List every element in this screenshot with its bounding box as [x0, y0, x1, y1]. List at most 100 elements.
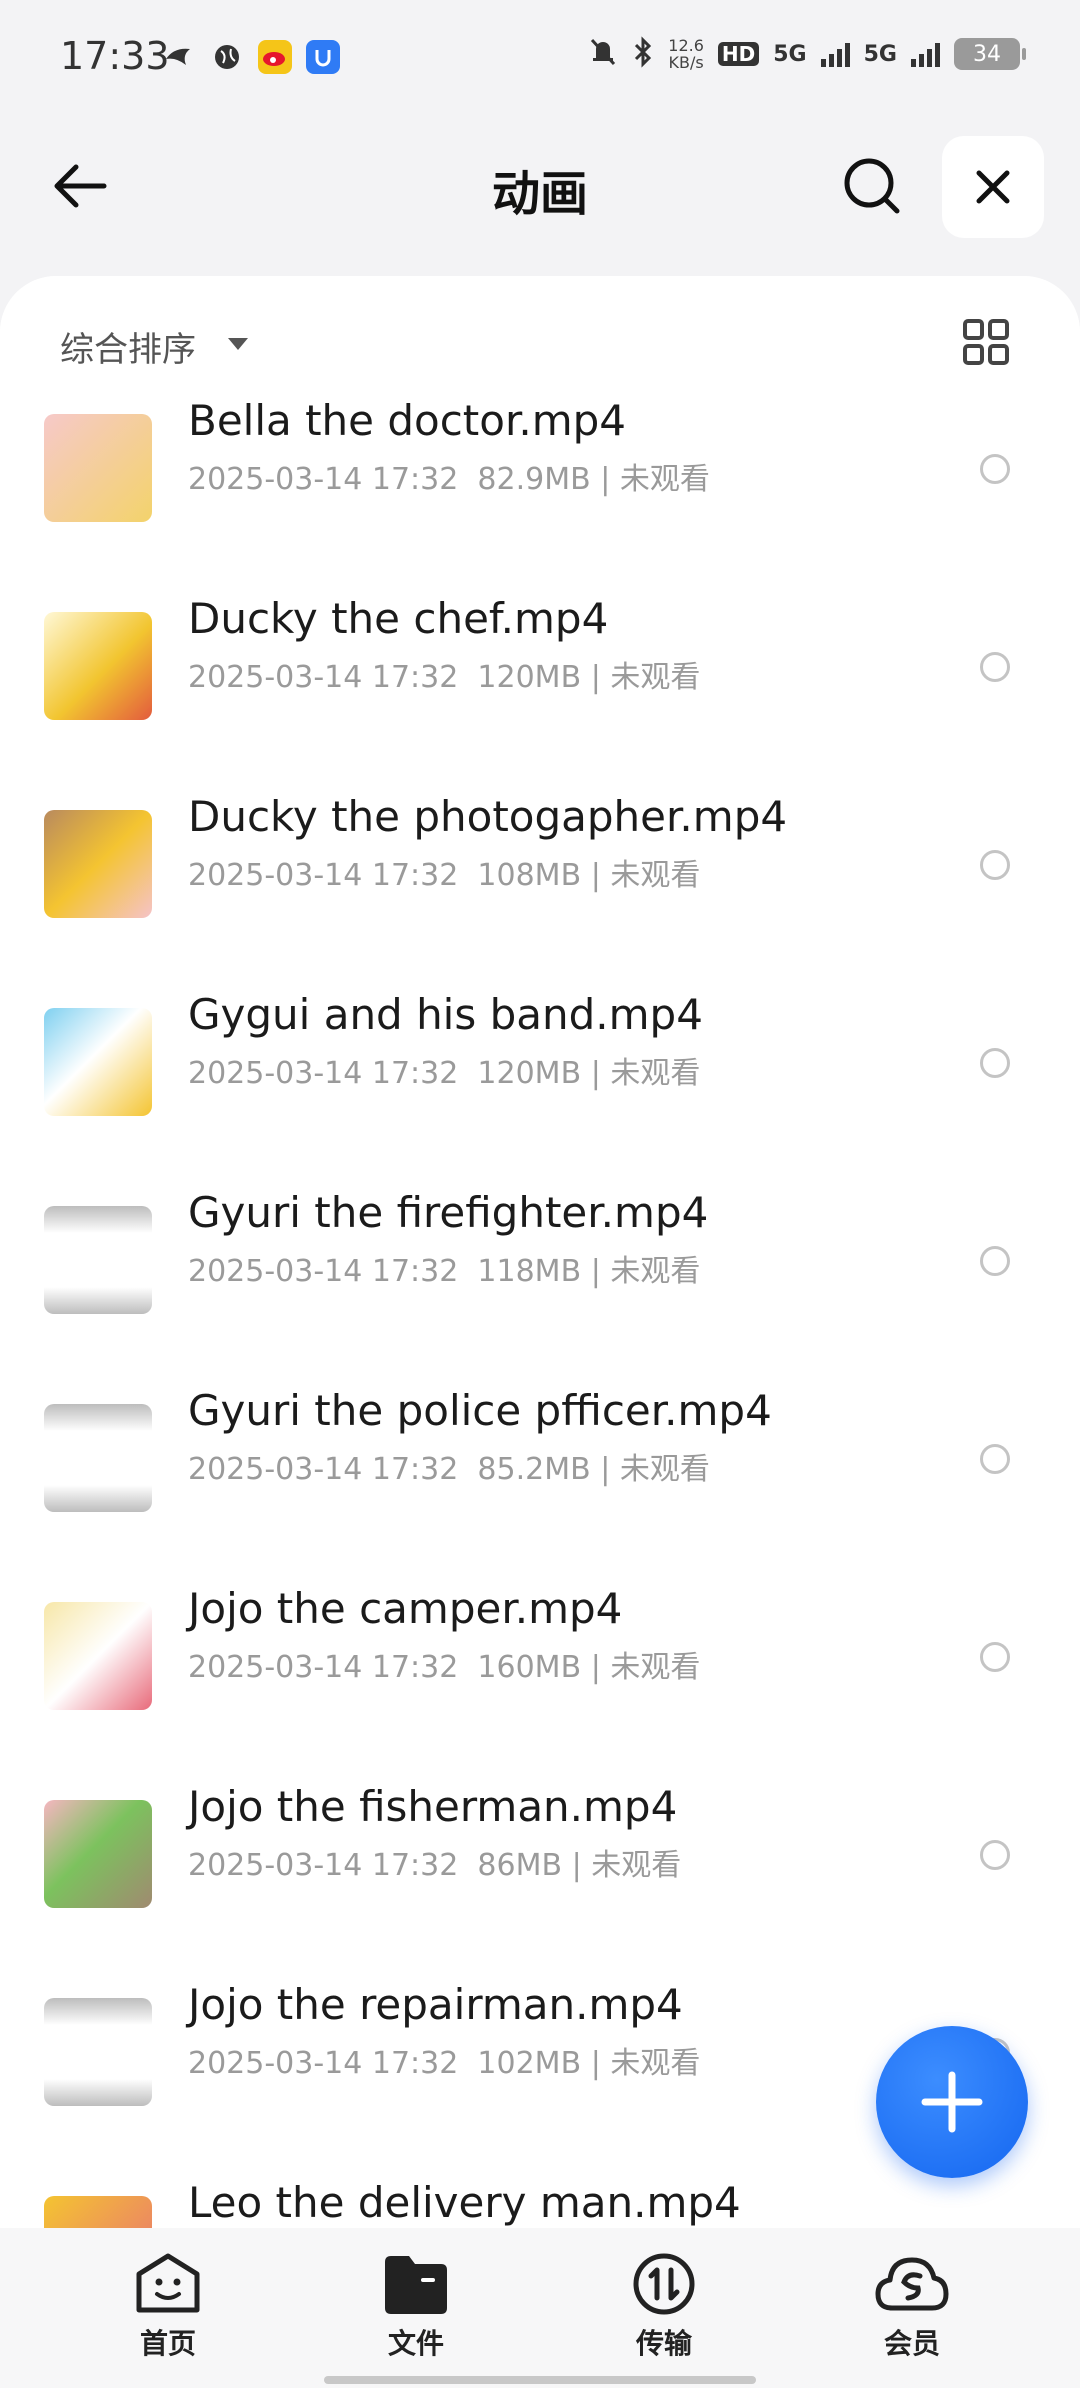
video-thumbnail — [44, 414, 152, 522]
file-name: Gygui and his band.mp4 — [188, 990, 703, 1039]
file-date: 2025-03-14 17:32 — [188, 2046, 459, 2081]
file-row[interactable]: Gyuri the police pfficer.mp4 2025-03-14 … — [0, 1386, 1080, 1602]
file-row[interactable]: Gygui and his band.mp4 2025-03-14 17:32 … — [0, 990, 1080, 1206]
video-thumbnail — [44, 612, 152, 720]
grid-view-button[interactable] — [960, 316, 1012, 368]
file-size: 120MB — [477, 1056, 582, 1091]
video-thumbnail — [44, 1800, 152, 1908]
file-date: 2025-03-14 17:32 — [188, 1650, 459, 1685]
select-radio[interactable] — [980, 454, 1010, 484]
file-date: 2025-03-14 17:32 — [188, 1254, 459, 1289]
smile-home-icon — [136, 2253, 200, 2313]
grid-icon — [963, 319, 1009, 365]
file-row[interactable]: Jojo the camper.mp4 2025-03-14 17:32 160… — [0, 1584, 1080, 1800]
video-thumbnail — [44, 1602, 152, 1710]
file-meta: 2025-03-14 17:32 120MB | 未观看 — [188, 660, 701, 695]
watch-status: 未观看 — [619, 462, 710, 497]
video-thumbnail — [44, 1404, 152, 1512]
select-radio[interactable] — [980, 1048, 1010, 1078]
header: 动画 — [0, 130, 1080, 250]
signal-5g-2: 5G — [863, 41, 897, 67]
select-radio[interactable] — [980, 850, 1010, 880]
watch-status: 未观看 — [619, 1452, 710, 1487]
video-thumbnail — [44, 1998, 152, 2106]
watch-status: 未观看 — [610, 1056, 701, 1091]
file-row[interactable]: Ducky the photogapher.mp4 2025-03-14 17:… — [0, 792, 1080, 1008]
cloud-member-icon — [875, 2257, 949, 2311]
file-date: 2025-03-14 17:32 — [188, 660, 459, 695]
file-size: 120MB — [477, 660, 582, 695]
bird-app-icon — [162, 40, 196, 74]
signal-bars-1-icon — [820, 41, 850, 67]
close-icon — [976, 170, 1010, 204]
file-size: 118MB — [477, 1254, 582, 1289]
file-date: 2025-03-14 17:32 — [188, 858, 459, 893]
signal-bars-2-icon — [911, 41, 940, 67]
folder-icon — [385, 2256, 447, 2314]
file-size: 86MB — [477, 1848, 563, 1883]
select-radio[interactable] — [980, 1840, 1010, 1870]
add-button[interactable] — [876, 2026, 1028, 2178]
status-time: 17:33 — [60, 34, 170, 78]
bottom-nav: 首页 文件 传输 会员 — [0, 2228, 1080, 2388]
nav-label-transfer: 传输 — [635, 2327, 692, 2360]
battery-indicator: 34 — [954, 38, 1026, 70]
file-size: 160MB — [477, 1650, 582, 1685]
u-app-icon — [306, 40, 340, 74]
file-row[interactable]: Leo the delivery man.mp4 — [0, 2178, 1080, 2228]
watch-status: 未观看 — [610, 660, 701, 695]
file-name: Ducky the chef.mp4 — [188, 594, 609, 643]
file-name: Gyuri the firefighter.mp4 — [188, 1188, 709, 1237]
select-radio[interactable] — [980, 1246, 1010, 1276]
hd-badge: HD — [717, 42, 760, 66]
file-date: 2025-03-14 17:32 — [188, 462, 459, 497]
nav-item-home[interactable]: 首页 — [108, 2252, 228, 2362]
nav-label-member: 会员 — [883, 2327, 940, 2360]
nav-item-transfer[interactable]: 传输 — [604, 2252, 724, 2362]
transfer-icon — [633, 2253, 695, 2315]
file-row[interactable]: Bella the doctor.mp4 2025-03-14 17:32 82… — [0, 396, 1080, 612]
plus-icon — [921, 2071, 983, 2133]
watch-status: 未观看 — [610, 1650, 701, 1685]
page-title: 动画 — [491, 166, 588, 222]
select-radio[interactable] — [980, 652, 1010, 682]
weibo-icon — [258, 40, 292, 74]
nav-label-files: 文件 — [387, 2327, 444, 2360]
select-radio[interactable] — [980, 1642, 1010, 1672]
file-row[interactable]: Jojo the fisherman.mp4 2025-03-14 17:32 … — [0, 1782, 1080, 1998]
file-size: 102MB — [477, 2046, 582, 2081]
file-date: 2025-03-14 17:32 — [188, 1848, 459, 1883]
watch-status: 未观看 — [591, 1848, 682, 1883]
select-radio[interactable] — [980, 1444, 1010, 1474]
file-meta: 2025-03-14 17:32 118MB | 未观看 — [188, 1254, 701, 1289]
file-name: Jojo the repairman.mp4 — [188, 1980, 683, 2029]
caret-down-icon[interactable] — [228, 338, 248, 350]
search-button[interactable] — [834, 148, 910, 224]
nav-item-member[interactable]: 会员 — [852, 2252, 972, 2362]
video-thumbnail — [44, 2196, 152, 2228]
file-meta: 2025-03-14 17:32 108MB | 未观看 — [188, 858, 701, 893]
file-date: 2025-03-14 17:32 — [188, 1056, 459, 1091]
file-meta: 2025-03-14 17:32 120MB | 未观看 — [188, 1056, 701, 1091]
file-size: 108MB — [477, 858, 582, 893]
nav-item-files[interactable]: 文件 — [356, 2252, 476, 2362]
file-meta: 2025-03-14 17:32 102MB | 未观看 — [188, 2046, 701, 2081]
file-date: 2025-03-14 17:32 — [188, 1452, 459, 1487]
home-indicator[interactable] — [324, 2376, 756, 2384]
file-name: Bella the doctor.mp4 — [188, 396, 627, 445]
file-meta: 2025-03-14 17:32 160MB | 未观看 — [188, 1650, 701, 1685]
file-meta: 2025-03-14 17:32 85.2MB | 未观看 — [188, 1452, 710, 1487]
file-meta: 2025-03-14 17:32 82.9MB | 未观看 — [188, 462, 710, 497]
watch-status: 未观看 — [610, 1254, 701, 1289]
close-button[interactable] — [942, 136, 1044, 238]
net-speed-unit: KB/s — [668, 53, 704, 72]
sort-dropdown[interactable]: 综合排序 — [60, 322, 196, 371]
content-card: Bella the doctor.mp4 2025-03-14 17:32 82… — [0, 276, 1080, 2228]
net-speed: 12.6 KB/s — [668, 37, 704, 71]
file-row[interactable]: Ducky the chef.mp4 2025-03-14 17:32 120M… — [0, 594, 1080, 810]
file-name: Gyuri the police pfficer.mp4 — [188, 1386, 772, 1435]
globe-icon — [210, 40, 244, 74]
file-row[interactable]: Gyuri the firefighter.mp4 2025-03-14 17:… — [0, 1188, 1080, 1404]
file-name: Jojo the camper.mp4 — [188, 1584, 623, 1633]
file-size: 85.2MB — [477, 1452, 591, 1487]
